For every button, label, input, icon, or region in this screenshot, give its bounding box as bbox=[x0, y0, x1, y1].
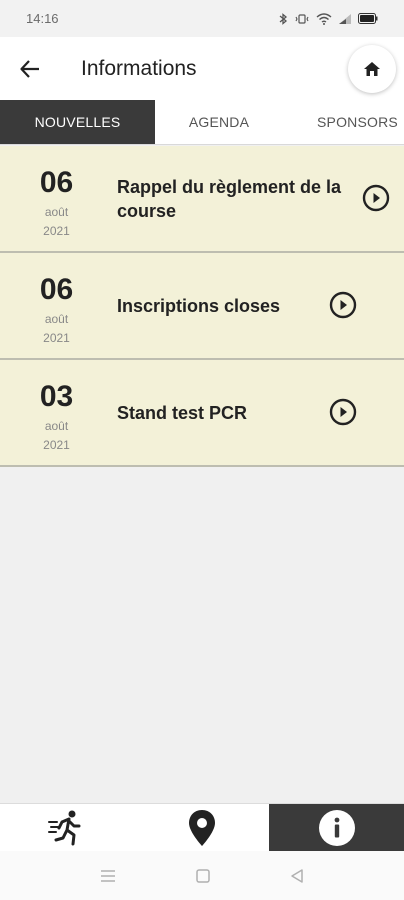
home-icon bbox=[364, 62, 380, 76]
runner-icon bbox=[48, 810, 81, 845]
signal-icon bbox=[339, 13, 351, 24]
news-item[interactable]: 03 août 2021 Stand test PCR bbox=[0, 360, 404, 467]
wifi-icon bbox=[316, 12, 332, 25]
status-bar: 14:16 bbox=[0, 0, 404, 37]
square-home-icon[interactable] bbox=[195, 868, 211, 884]
tab-agenda[interactable]: AGENDA bbox=[155, 100, 283, 144]
news-title: Inscriptions closes bbox=[117, 295, 281, 316]
news-title: Stand test PCR bbox=[117, 402, 248, 423]
battery-icon bbox=[358, 13, 378, 24]
news-month: août bbox=[44, 205, 69, 219]
tab-nouvelles[interactable]: NOUVELLES bbox=[0, 100, 155, 144]
system-nav-bar bbox=[0, 851, 404, 900]
vibrate-icon bbox=[295, 13, 309, 24]
news-month: août bbox=[44, 419, 69, 433]
bottom-nav bbox=[0, 803, 404, 851]
location-pin-icon bbox=[189, 809, 215, 846]
tab-bar: NOUVELLES AGENDA SPONSORS bbox=[0, 100, 404, 145]
news-day: 06 bbox=[39, 166, 74, 199]
news-date: 06 août 2021 bbox=[0, 146, 113, 251]
nav-runner-button[interactable] bbox=[0, 804, 135, 851]
news-day: 06 bbox=[39, 273, 74, 306]
news-item[interactable]: 06 août 2021 Inscriptions closes bbox=[0, 253, 404, 360]
news-list: 06 août 2021 Rappel du règlement de la c… bbox=[0, 146, 404, 467]
status-time: 14:16 bbox=[26, 11, 59, 26]
tab-label: AGENDA bbox=[188, 114, 250, 130]
triangle-back-icon[interactable] bbox=[289, 868, 305, 884]
back-button[interactable] bbox=[0, 37, 60, 100]
news-year: 2021 bbox=[43, 438, 70, 452]
tab-label: NOUVELLES bbox=[34, 114, 121, 130]
menu-icon[interactable] bbox=[99, 868, 117, 884]
bluetooth-icon bbox=[279, 12, 288, 25]
news-year: 2021 bbox=[43, 224, 70, 238]
news-date: 06 août 2021 bbox=[0, 253, 113, 358]
play-circle-icon[interactable] bbox=[329, 291, 357, 319]
info-icon bbox=[318, 809, 355, 846]
tab-sponsors[interactable]: SPONSORS bbox=[283, 100, 404, 144]
tab-label: SPONSORS bbox=[317, 114, 398, 130]
home-button[interactable] bbox=[348, 45, 396, 93]
status-icons bbox=[278, 12, 378, 25]
news-year: 2021 bbox=[43, 331, 70, 345]
news-title: Rappel du règlement de la course bbox=[117, 176, 342, 221]
news-day: 03 bbox=[39, 380, 74, 413]
nav-map-button[interactable] bbox=[135, 804, 270, 851]
news-item[interactable]: 06 août 2021 Rappel du règlement de la c… bbox=[0, 146, 404, 253]
news-month: août bbox=[44, 312, 69, 326]
play-circle-icon[interactable] bbox=[362, 184, 390, 212]
nav-info-button[interactable] bbox=[269, 804, 404, 851]
page-title: Informations bbox=[81, 56, 197, 80]
arrow-left-icon bbox=[20, 59, 39, 78]
app-bar: Informations bbox=[0, 37, 404, 100]
news-date: 03 août 2021 bbox=[0, 360, 113, 465]
play-circle-icon[interactable] bbox=[329, 398, 357, 426]
